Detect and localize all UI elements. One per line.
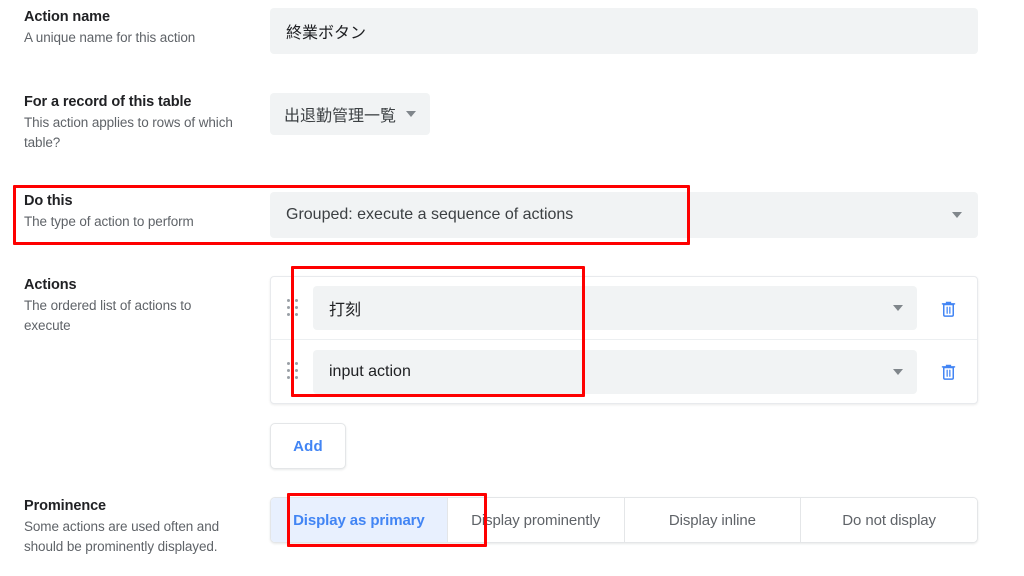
chevron-down-icon xyxy=(893,368,903,375)
actions-list-panel: 打刻 input action xyxy=(270,276,978,404)
label-column-do-this: Do this The type of action to perform xyxy=(0,192,270,232)
field-title: Action name xyxy=(24,9,110,25)
label-column-prominence: Prominence Some actions are used often a… xyxy=(0,497,270,556)
prominence-option-display-prominently[interactable]: Display prominently xyxy=(447,498,625,542)
field-column-action-name: 終業ボタン xyxy=(270,8,1024,54)
chevron-down-icon xyxy=(893,305,903,311)
do-this-select[interactable]: Grouped: execute a sequence of actions xyxy=(270,192,978,238)
form-row-action-name: Action name A unique name for this actio… xyxy=(0,8,1024,54)
action-select-value: input action xyxy=(329,362,411,380)
drag-handle-icon[interactable] xyxy=(285,361,301,383)
delete-action-button[interactable] xyxy=(931,355,965,389)
action-select[interactable]: input action xyxy=(313,349,917,394)
form-row-table: For a record of this table This action a… xyxy=(0,93,1024,152)
action-select[interactable]: 打刻 xyxy=(313,286,917,330)
action-select-value: 打刻 xyxy=(329,302,362,319)
drag-handle-icon[interactable] xyxy=(285,297,301,319)
field-description: Some actions are used often and should b… xyxy=(24,519,220,554)
form-row-actions: Actions The ordered list of actions to e… xyxy=(0,276,1024,469)
trash-icon xyxy=(941,301,955,317)
table-select[interactable]: 出退勤管理一覧 xyxy=(270,93,431,135)
field-column-table: 出退勤管理一覧 xyxy=(270,93,1024,135)
action-list-item: input action xyxy=(271,340,977,403)
field-description: A unique name for this action xyxy=(24,30,196,45)
label-column-action-name: Action name A unique name for this actio… xyxy=(0,8,270,48)
field-title: For a record of this table xyxy=(24,94,192,110)
field-description: The type of action to perform xyxy=(24,214,194,229)
prominence-option-display-inline[interactable]: Display inline xyxy=(624,498,802,542)
do-this-select-value: Grouped: execute a sequence of actions xyxy=(286,206,574,223)
chevron-down-icon xyxy=(952,212,962,218)
prominence-segmented-control: Display as primary Display prominently D… xyxy=(270,497,978,543)
chevron-down-icon xyxy=(406,111,417,117)
add-action-button[interactable]: Add xyxy=(270,423,346,469)
form-row-prominence: Prominence Some actions are used often a… xyxy=(0,497,1024,556)
field-column-actions: 打刻 input action Add xyxy=(270,276,1024,469)
field-description: This action applies to rows of which tab… xyxy=(24,115,233,150)
field-title: Do this xyxy=(24,193,73,209)
delete-action-button[interactable] xyxy=(931,291,965,325)
table-select-value: 出退勤管理一覧 xyxy=(284,108,397,125)
field-title: Prominence xyxy=(24,498,106,514)
field-title: Actions xyxy=(24,277,77,293)
field-description: The ordered list of actions to execute xyxy=(24,298,192,333)
label-column-table: For a record of this table This action a… xyxy=(0,93,270,152)
form-row-do-this: Do this The type of action to perform Gr… xyxy=(0,192,1024,238)
prominence-option-do-not-display[interactable]: Do not display xyxy=(801,498,977,542)
action-list-item: 打刻 xyxy=(271,277,977,340)
prominence-option-display-as-primary[interactable]: Display as primary xyxy=(271,498,448,542)
field-column-prominence: Display as primary Display prominently D… xyxy=(270,497,1024,543)
trash-icon xyxy=(941,364,955,380)
action-name-input[interactable]: 終業ボタン xyxy=(270,8,978,54)
label-column-actions: Actions The ordered list of actions to e… xyxy=(0,276,270,335)
field-column-do-this: Grouped: execute a sequence of actions xyxy=(270,192,1024,238)
action-editor-form: Action name A unique name for this actio… xyxy=(0,0,1024,576)
